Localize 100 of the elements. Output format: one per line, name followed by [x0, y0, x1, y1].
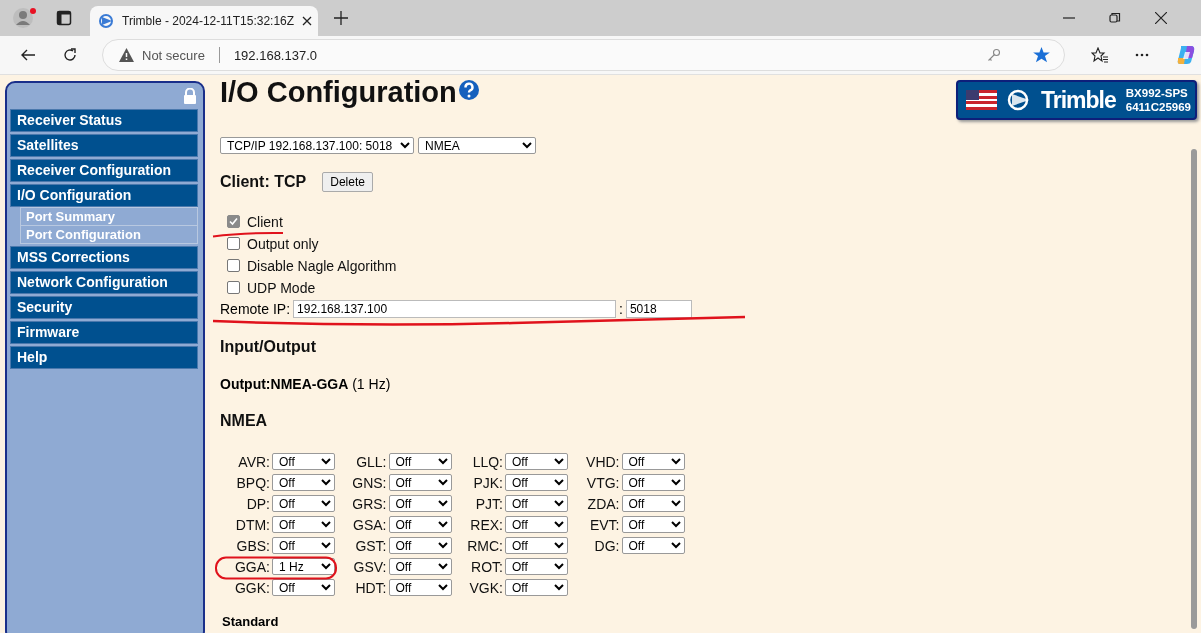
section-heading: Client: TCP: [220, 173, 307, 191]
rate-dropdown[interactable]: Off: [388, 516, 452, 533]
message-label: VTG:: [586, 474, 620, 491]
nav-item[interactable]: Firmware: [10, 321, 198, 344]
message-label: GSV:: [353, 558, 387, 575]
rate-dropdown[interactable]: Off: [621, 453, 685, 470]
checkbox[interactable]: [227, 215, 240, 228]
address-bar[interactable]: Not secure 192.168.137.0: [102, 39, 1065, 71]
rate-dropdown[interactable]: Off: [505, 537, 568, 554]
sidebar-panel-icon[interactable]: [56, 10, 72, 26]
lock-icon: [183, 88, 197, 104]
format-dropdown[interactable]: NMEA: [418, 137, 536, 154]
rate-dropdown[interactable]: Off: [388, 558, 452, 575]
rate-dropdown[interactable]: Off: [272, 579, 335, 596]
key-icon[interactable]: [987, 48, 1001, 62]
rate-dropdown[interactable]: Off: [505, 474, 568, 491]
tab-title: Trimble - 2024-12-11T15:32:16Z: [122, 14, 295, 28]
nav-item[interactable]: Receiver Configuration: [10, 159, 198, 182]
message-label: GSA:: [353, 516, 387, 533]
favorites-icon[interactable]: [1091, 47, 1109, 63]
ip-field[interactable]: 192.168.137.100: [293, 300, 617, 318]
port-dropdown[interactable]: TCP/IP 192.168.137.100: 5018: [220, 137, 414, 154]
rate-dropdown[interactable]: Off: [388, 495, 452, 512]
section-heading: Standard: [222, 614, 280, 629]
message-label: GGK:: [235, 579, 270, 596]
profile-icon[interactable]: [12, 7, 38, 29]
message-label: LLQ:: [472, 453, 503, 470]
nav-item[interactable]: Security: [10, 296, 198, 319]
checkbox-label: Client: [247, 213, 283, 230]
message-label: REX:: [470, 516, 503, 533]
annotation-underline: [212, 231, 284, 238]
back-arrow-icon[interactable]: [20, 47, 36, 63]
section-heading: Input/Output: [220, 338, 317, 356]
output-summary: Output:NMEA-GGA (1 Hz): [220, 376, 392, 392]
serial-number: 6411C25969: [1125, 100, 1191, 114]
delete-button[interactable]: Delete: [322, 172, 373, 192]
rate-dropdown[interactable]: Off: [505, 495, 568, 512]
separator-text: :: [619, 301, 623, 317]
message-label: PJT:: [475, 495, 503, 512]
star-icon[interactable]: [1033, 47, 1050, 63]
nav-item[interactable]: Help: [10, 346, 198, 369]
security-label[interactable]: Not secure: [142, 47, 205, 63]
message-label: ROT:: [471, 558, 503, 575]
port-field[interactable]: 5018: [625, 300, 692, 318]
copilot-icon[interactable]: [1175, 44, 1197, 66]
rate-dropdown[interactable]: Off: [621, 474, 685, 491]
checkbox-label: UDP Mode: [247, 279, 316, 296]
url-text: 192.168.137.0: [233, 47, 317, 63]
field-label: Remote IP:: [220, 301, 291, 317]
restore-icon[interactable]: [1109, 12, 1121, 24]
message-label: GLL:: [356, 453, 387, 470]
rate-dropdown[interactable]: Off: [272, 474, 335, 491]
reload-icon[interactable]: [62, 47, 78, 63]
more-icon[interactable]: [1135, 53, 1149, 57]
checkbox[interactable]: [227, 281, 240, 294]
rate-dropdown[interactable]: Off: [505, 453, 568, 470]
message-label: BPQ:: [236, 474, 270, 491]
rate-dropdown[interactable]: Off: [272, 495, 335, 512]
close-icon[interactable]: [302, 16, 313, 26]
rate-dropdown[interactable]: Off: [505, 516, 568, 533]
flag-icon: [965, 90, 997, 110]
browser-tab[interactable]: Trimble - 2024-12-11T15:32:16Z: [90, 6, 318, 36]
new-tab-icon[interactable]: [334, 11, 348, 25]
rate-dropdown[interactable]: Off: [621, 495, 685, 512]
checkbox-label: Output only: [247, 235, 319, 252]
nav-item[interactable]: MSS Corrections: [10, 246, 198, 269]
checkbox[interactable]: [227, 237, 240, 250]
rate-dropdown[interactable]: Off: [272, 516, 335, 533]
section-heading: NMEA: [220, 412, 269, 430]
close-icon[interactable]: [1155, 12, 1167, 24]
nav-item[interactable]: Satellites: [10, 134, 198, 157]
rate-dropdown[interactable]: Off: [621, 516, 685, 533]
nav-item[interactable]: Network Configuration: [10, 271, 198, 294]
rate-dropdown[interactable]: Off: [388, 579, 452, 596]
help-icon[interactable]: [458, 80, 479, 100]
rate-dropdown[interactable]: Off: [388, 537, 452, 554]
message-label: GRS:: [352, 495, 387, 512]
nav-item[interactable]: I/O Configuration: [10, 184, 198, 207]
message-label: DTM:: [235, 516, 270, 533]
message-label: HDT:: [355, 579, 387, 596]
message-label: GNS:: [352, 474, 387, 491]
warning-icon: [119, 48, 134, 62]
rate-dropdown[interactable]: Off: [388, 474, 452, 491]
rate-dropdown[interactable]: Off: [621, 537, 685, 554]
page-title: I/O Configuration: [220, 76, 457, 109]
message-label: VGK:: [469, 579, 503, 596]
message-label: ZDA:: [587, 495, 620, 512]
rate-dropdown[interactable]: Off: [272, 537, 335, 554]
rate-dropdown[interactable]: Off: [505, 558, 568, 575]
rate-dropdown[interactable]: Off: [388, 453, 452, 470]
message-label: DG:: [594, 537, 620, 554]
message-label: GGA:: [235, 558, 270, 575]
message-label: DP:: [246, 495, 270, 512]
message-label: GBS:: [236, 537, 270, 554]
rate-dropdown[interactable]: Off: [272, 453, 335, 470]
checkbox[interactable]: [227, 259, 240, 272]
rate-dropdown[interactable]: Off: [505, 579, 568, 596]
message-label: EVT:: [589, 516, 620, 533]
nav-item[interactable]: Receiver Status: [10, 109, 198, 132]
model-number: BX992-SPS: [1125, 86, 1189, 100]
